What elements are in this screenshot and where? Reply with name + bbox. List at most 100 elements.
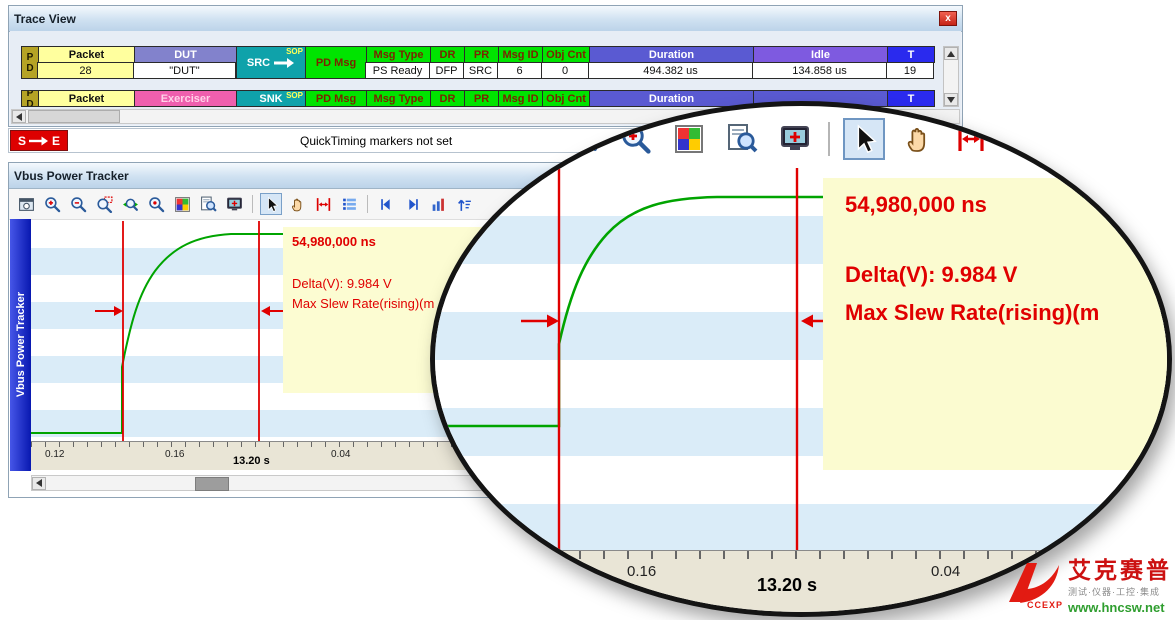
packet-row[interactable]: PD Packet 28 DUT "DUT" SOP SRC PD Msg (21, 46, 935, 79)
left-arrow-icon (16, 113, 22, 121)
timing-markers-icon[interactable] (951, 119, 991, 159)
measurement-annotation: 54,980,000 ns Delta(V): 9.984 V Max Slew… (823, 178, 1167, 470)
snapshot-icon[interactable] (15, 193, 37, 215)
src-label: SRC (247, 57, 270, 69)
zoom-fit-icon[interactable] (119, 193, 141, 215)
marker-end-label: E (52, 134, 60, 148)
report-list-icon[interactable] (1004, 119, 1044, 159)
window-title: Vbus Power Tracker (14, 169, 129, 183)
select-arrow-icon[interactable] (843, 118, 885, 160)
time-header: T (887, 46, 935, 63)
time-value[interactable]: 19 (886, 62, 934, 79)
channel-tab: PD (21, 90, 39, 107)
report-list-icon[interactable] (338, 193, 360, 215)
vertical-scrollbar[interactable] (943, 46, 959, 107)
pd-msg-cell[interactable]: PD Msg (305, 46, 367, 79)
dr-value[interactable]: DFP (429, 62, 464, 79)
cursor-time-label: 13.20 s (757, 575, 817, 596)
time-header: T (887, 90, 935, 107)
trace-view-titlebar[interactable]: Trace View x (9, 6, 962, 32)
select-arrow-icon[interactable] (260, 193, 282, 215)
dr-header: DR (430, 90, 465, 107)
dr-header: DR (430, 46, 465, 63)
sop-tag: SOP (286, 91, 303, 100)
axis-label: 0.16 (627, 563, 656, 580)
zoom-in-icon[interactable] (41, 193, 63, 215)
right-arrow-icon (29, 136, 49, 146)
color-map-icon[interactable] (171, 193, 193, 215)
duration-header: Duration (589, 46, 754, 63)
idle-value[interactable]: 134.858 us (752, 62, 887, 79)
sop-src-cell[interactable]: SOP SRC (236, 46, 306, 79)
color-map-icon[interactable] (669, 119, 709, 159)
pr-header: PR (464, 46, 499, 63)
start-end-marker-badge[interactable]: S E (10, 130, 68, 151)
axis-label: 0.12 (45, 449, 64, 460)
vbus-side-label: Vbus Power Tracker (10, 219, 31, 471)
zoom-out-icon[interactable] (67, 193, 89, 215)
packet-header: Packet (38, 46, 135, 63)
toolbar-separator (252, 195, 253, 213)
display-settings-icon[interactable] (775, 119, 815, 159)
zoom-sample-icon[interactable] (145, 193, 167, 215)
magnifier-overlay: 54,980,000 ns Delta(V): 9.984 V Max Slew… (430, 101, 1172, 617)
zoom-preview-icon[interactable] (197, 193, 219, 215)
snk-label: SNK (259, 93, 282, 105)
duration-value[interactable]: 494.382 us (588, 62, 753, 79)
idle-header: Idle (753, 46, 888, 63)
quicktiming-status: QuickTiming markers not set (300, 134, 452, 148)
brand-en-label: CCEXP (1027, 600, 1063, 610)
pr-value[interactable]: SRC (463, 62, 498, 79)
zoom-in-icon[interactable] (616, 119, 656, 159)
scroll-left-button[interactable] (12, 110, 26, 123)
cursor-time-readout: 54,980,000 ns (845, 192, 1167, 218)
scroll-left-button[interactable] (32, 477, 46, 490)
sop-tag: SOP (286, 47, 303, 56)
display-settings-icon[interactable] (223, 193, 245, 215)
scrollbar-track[interactable] (944, 60, 958, 93)
marker-prev-icon[interactable] (375, 193, 397, 215)
msg-type-value[interactable]: PS Ready (365, 62, 430, 79)
marker-next-icon[interactable] (401, 193, 423, 215)
slew-rate-readout: Max Slew Rate(rising)(m (845, 300, 1167, 326)
timing-markers-icon[interactable] (312, 193, 334, 215)
scrollbar-thumb[interactable] (28, 110, 120, 123)
logo-text: 艾克赛普 测试·仪器·工控·集成 www.hncsw.net (1068, 558, 1172, 615)
zoom-region-icon[interactable] (93, 193, 115, 215)
right-arrow-icon (273, 57, 295, 69)
scroll-up-button[interactable] (944, 47, 958, 60)
axis-label: 0.16 (165, 449, 184, 460)
delta-v-readout: Delta(V): 9.984 V (845, 262, 1167, 288)
msg-type-header: Msg Type (366, 46, 431, 63)
obj-cnt-header: Obj Cnt (542, 46, 590, 63)
msg-id-value[interactable]: 6 (497, 62, 542, 79)
msg-type-header: Msg Type (366, 90, 431, 107)
zoom-fit-icon[interactable] (563, 119, 603, 159)
cursor-arrow-icon (114, 306, 123, 316)
dut-value[interactable]: "DUT" (133, 62, 236, 79)
scrollbar-thumb[interactable] (195, 477, 229, 491)
close-icon[interactable]: x (939, 11, 957, 26)
pan-hand-icon[interactable] (898, 119, 938, 159)
obj-cnt-value[interactable]: 0 (541, 62, 589, 79)
exerciser-cell[interactable]: Exerciser (134, 90, 237, 107)
zoom-preview-icon[interactable] (722, 119, 762, 159)
magnified-toolbar (563, 118, 1044, 160)
msg-id-header: Msg ID (498, 90, 543, 107)
toolbar-separator (367, 195, 368, 213)
packet-number[interactable]: 28 (37, 62, 134, 79)
brand-tagline: 测试·仪器·工控·集成 (1068, 585, 1172, 598)
scroll-down-button[interactable] (944, 93, 958, 106)
magnified-plot-area: 54,980,000 ns Delta(V): 9.984 V Max Slew… (435, 168, 1167, 550)
window-title: Trace View (14, 12, 76, 26)
cursor-arrow-icon (547, 315, 559, 328)
pan-hand-icon[interactable] (286, 193, 308, 215)
packet-header: Packet (38, 90, 135, 107)
pd-msg-cell[interactable]: PD Msg (305, 90, 367, 107)
axis-label: 0.04 (331, 449, 350, 460)
brand-cn-label: 艾克赛普 (1068, 558, 1172, 582)
up-arrow-icon (947, 51, 955, 57)
screen: Trace View x PD Packet 28 DUT "DUT" SOP … (0, 0, 1175, 620)
brand-url: www.hncsw.net (1068, 600, 1172, 615)
sop-snk-cell[interactable]: SOP SNK (236, 90, 306, 107)
